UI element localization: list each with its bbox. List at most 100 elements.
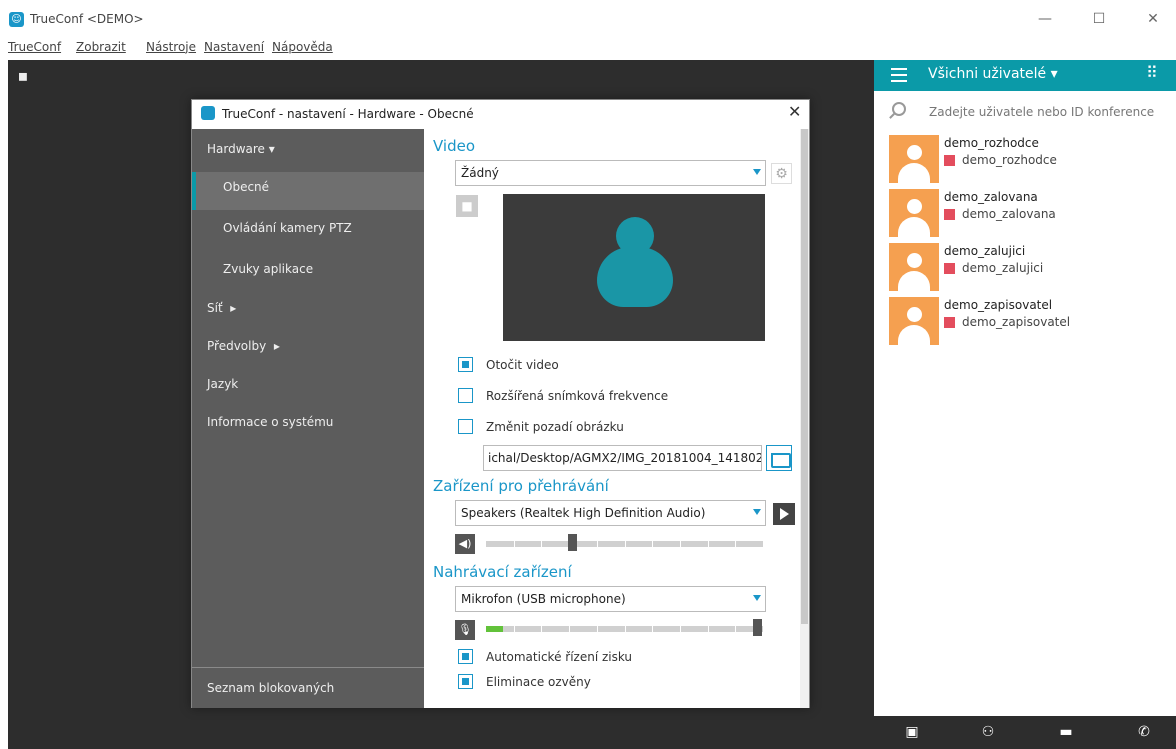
video-device-select[interactable]: Žádný: [455, 160, 766, 186]
camera-off-icon[interactable]: ◼︎: [18, 69, 32, 83]
mic-level-meter: [486, 626, 763, 632]
menu-nastroje[interactable]: Nástroje: [146, 40, 196, 54]
group-icon[interactable]: ⚇: [958, 716, 1018, 749]
nav-divider: [192, 667, 424, 668]
agc-checkbox[interactable]: [458, 649, 473, 664]
bar-segment-divider: [652, 626, 653, 632]
close-button[interactable]: ✕: [1138, 8, 1168, 30]
nav-obecne[interactable]: Obecné: [223, 180, 269, 194]
playback-heading: Zařízení pro přehrávání: [433, 477, 609, 495]
recording-device-select[interactable]: Mikrofon (USB microphone): [455, 586, 766, 612]
rotate-video-label: Otočit video: [486, 358, 559, 372]
bar-segment-divider: [569, 626, 570, 632]
chevron-down-icon: [753, 169, 761, 175]
dialog-title: TrueConf - nastavení - Hardware - Obecné: [222, 107, 474, 121]
background-label: Změnit pozadí obrázku: [486, 420, 624, 434]
contacts-filter-dropdown[interactable]: Všichni uživatelé ▾: [928, 66, 1058, 82]
volume-slider-handle[interactable]: [567, 534, 577, 551]
search-input[interactable]: Zadejte uživatele nebo ID konference: [929, 105, 1154, 119]
contact-id: demo_rozhodce: [962, 153, 1057, 167]
list-item[interactable]: demo_zalovana demo_zalovana: [888, 188, 1168, 237]
chat-icon[interactable]: ▬: [1036, 716, 1096, 749]
contacts-header: Všichni uživatelé ▾ ⠿: [874, 60, 1176, 91]
bar-segment-divider: [514, 626, 515, 632]
menu-zobrazit[interactable]: Zobrazit: [76, 40, 126, 54]
contact-name: demo_rozhodce: [944, 136, 1039, 150]
user-placeholder-icon: [597, 217, 673, 313]
call-icon[interactable]: ✆: [1114, 716, 1174, 749]
avatar: [889, 297, 939, 345]
speaker-icon[interactable]: ◀): [455, 534, 475, 554]
menu-icon[interactable]: [891, 68, 907, 82]
settings-nav: Hardware ▾ Obecné Ovládání kamery PTZ Zv…: [192, 129, 424, 708]
dialpad-icon[interactable]: ⠿: [1146, 63, 1158, 82]
bar-segment-divider: [541, 541, 542, 547]
bar-segment-divider: [541, 626, 542, 632]
bar-segment-divider: [597, 626, 598, 632]
menu-trueconf[interactable]: TrueConf: [8, 40, 61, 54]
menu-nastaveni[interactable]: Nastavení: [204, 40, 264, 54]
play-test-button[interactable]: [773, 503, 795, 525]
main-window: ☺ TrueConf <DEMO> — ☐ ✕ TrueConf Zobrazi…: [0, 0, 1176, 749]
nav-info[interactable]: Informace o systému: [207, 415, 333, 429]
dialog-scrollbar[interactable]: [800, 129, 809, 708]
nav-ptz[interactable]: Ovládání kamery PTZ: [223, 221, 352, 235]
dialog-title-bar: TrueConf - nastavení - Hardware - Obecné…: [192, 100, 809, 130]
status-indicator: [944, 317, 955, 328]
maximize-button[interactable]: ☐: [1084, 8, 1114, 30]
nav-jazyk[interactable]: Jazyk: [207, 377, 238, 391]
menu-napoveda[interactable]: Nápověda: [272, 40, 333, 54]
agc-label: Automatické řízení zisku: [486, 650, 633, 664]
bar-segment-divider: [680, 541, 681, 547]
background-path-input[interactable]: ichal/Desktop/AGMX2/IMG_20181004_141802.…: [483, 445, 762, 471]
nav-sit[interactable]: Síť ▸: [207, 301, 236, 315]
playback-device-select[interactable]: Speakers (Realtek High Definition Audio): [455, 500, 766, 526]
menu-bar: TrueConf Zobrazit Nástroje Nastavení Náp…: [0, 38, 1176, 60]
bar-segment-divider: [708, 541, 709, 547]
volume-slider[interactable]: [486, 541, 763, 547]
echo-checkbox[interactable]: [458, 674, 473, 689]
nav-zvuky[interactable]: Zvuky aplikace: [223, 262, 313, 276]
list-item[interactable]: demo_zapisovatel demo_zapisovatel: [888, 296, 1168, 345]
list-item[interactable]: demo_rozhodce demo_rozhodce: [888, 134, 1168, 183]
bar-segment-divider: [652, 541, 653, 547]
background-checkbox[interactable]: [458, 419, 473, 434]
settings-dialog: TrueConf - nastavení - Hardware - Obecné…: [191, 99, 810, 708]
avatar: [889, 135, 939, 183]
contact-id: demo_zapisovatel: [962, 315, 1071, 329]
bottom-tabs: ▣ ⚇ ▬ ✆: [874, 716, 1176, 749]
framerate-checkbox[interactable]: [458, 388, 473, 403]
gain-slider-handle[interactable]: [753, 619, 763, 636]
folder-icon[interactable]: [766, 445, 792, 471]
trueconf-logo-icon: ☺: [9, 12, 24, 27]
avatar: [889, 243, 939, 291]
microphone-icon[interactable]: 🎙: [455, 620, 475, 640]
trueconf-logo-icon: [201, 106, 215, 120]
bar-segment-divider: [735, 626, 736, 632]
nav-predvolby[interactable]: Předvolby ▸: [207, 339, 280, 353]
list-item[interactable]: demo_zalujici demo_zalujici: [888, 242, 1168, 291]
dialog-close-button[interactable]: ✕: [788, 102, 801, 121]
chevron-down-icon: [753, 595, 761, 601]
contact-name: demo_zalujici: [944, 244, 1026, 258]
title-bar: ☺ TrueConf <DEMO> — ☐ ✕: [0, 0, 1176, 38]
contacts-icon[interactable]: ▣: [882, 716, 942, 749]
rotate-video-checkbox[interactable]: [458, 357, 473, 372]
contact-id: demo_zalujici: [962, 261, 1044, 275]
status-indicator: [944, 263, 955, 274]
recording-heading: Nahrávací zařízení: [433, 563, 572, 581]
framerate-label: Rozšířená snímková frekvence: [486, 389, 669, 403]
nav-hardware[interactable]: Hardware ▾: [207, 142, 275, 156]
settings-content: Video Žádný ⚙ ■ Otočit video Rozšířená s…: [424, 129, 800, 708]
scrollbar-thumb[interactable]: [801, 129, 808, 624]
gear-icon[interactable]: ⚙: [771, 163, 792, 184]
camera-icon[interactable]: ■: [456, 195, 478, 217]
echo-label: Eliminace ozvěny: [486, 675, 591, 689]
contact-name: demo_zapisovatel: [944, 298, 1053, 312]
contact-search[interactable]: Zadejte uživatele nebo ID konference: [874, 91, 1176, 133]
minimize-button[interactable]: —: [1030, 8, 1060, 30]
nav-blocked[interactable]: Seznam blokovaných: [207, 681, 334, 695]
bar-segment-divider: [597, 541, 598, 547]
status-indicator: [944, 155, 955, 166]
contacts-panel: Všichni uživatelé ▾ ⠿ Zadejte uživatele …: [874, 60, 1176, 749]
